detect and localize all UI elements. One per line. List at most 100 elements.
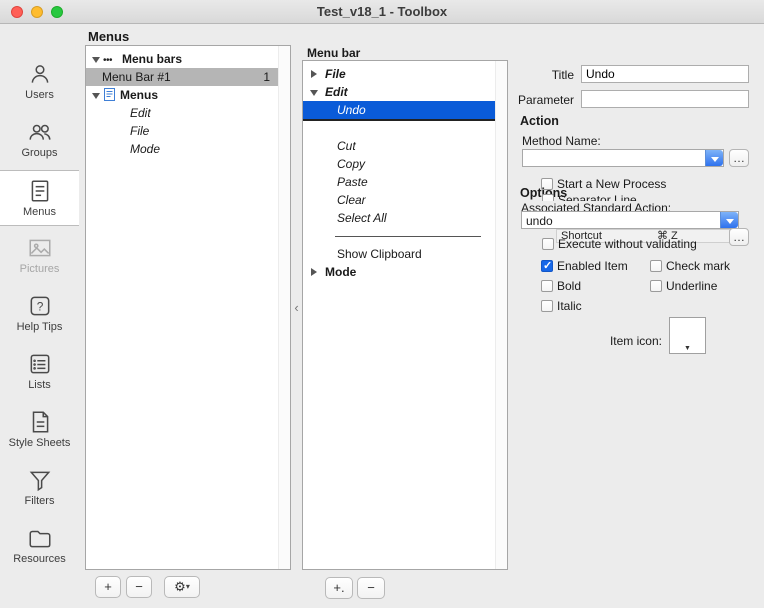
title-input[interactable] <box>581 65 749 83</box>
menu-bars-icon <box>103 50 112 70</box>
menubar-list: File Edit Undo Cut Copy Paste Clear Sele… <box>302 60 508 570</box>
tree-row-menu-bar-1[interactable]: Menu Bar #1 1 <box>86 68 278 86</box>
disclosure-down-icon[interactable] <box>92 93 100 99</box>
underline-label: Underline <box>666 279 717 293</box>
add-menu-item-button[interactable]: +. <box>325 577 353 599</box>
separator-line <box>335 236 481 237</box>
tree-row-label: Menu bars <box>122 50 182 68</box>
sidebar: Users Groups Menus Pictures ? Help Tips <box>0 24 79 608</box>
menu-item-label: Clear <box>337 191 366 209</box>
parameter-input[interactable] <box>581 90 749 108</box>
remove-menu-item-button[interactable]: − <box>357 577 385 599</box>
disclosure-right-icon[interactable] <box>311 268 317 276</box>
item-icon-well[interactable]: ▼ <box>669 317 706 354</box>
menu-item-label: Paste <box>337 173 368 191</box>
italic-checkbox[interactable] <box>541 300 553 312</box>
gear-icon: ⚙ <box>174 579 186 594</box>
sidebar-item-label: Menus <box>0 206 79 218</box>
action-section-header: Action <box>520 114 559 128</box>
menu-item-label: File <box>325 65 346 83</box>
panel-collapse-handle[interactable]: ‹ <box>291 300 302 316</box>
sidebar-item-style-sheets[interactable]: Style Sheets <box>0 402 79 458</box>
stylesheets-icon <box>27 409 53 435</box>
filters-icon <box>27 467 53 493</box>
execute-without-validating-checkbox[interactable] <box>542 238 554 250</box>
combo-dropdown-icon[interactable] <box>705 150 723 166</box>
menu-separator[interactable] <box>303 227 495 245</box>
menu-item-copy[interactable]: Copy <box>303 155 495 173</box>
tree-row-edit[interactable]: Edit <box>86 104 278 122</box>
sidebar-item-label: Resources <box>0 553 79 565</box>
bold-checkbox[interactable] <box>541 280 553 292</box>
titlebar[interactable]: Test_v18_1 - Toolbox <box>0 0 764 24</box>
disclosure-down-icon[interactable] <box>310 90 318 96</box>
disclosure-down-icon[interactable] <box>92 57 100 63</box>
sidebar-item-label: Help Tips <box>0 321 79 333</box>
sidebar-item-menus[interactable]: Menus <box>0 170 79 226</box>
menu-item-file[interactable]: File <box>303 65 495 83</box>
method-more-button[interactable]: … <box>729 149 749 167</box>
tree-row-menu-bars[interactable]: Menu bars <box>86 50 278 68</box>
menu-document-icon <box>104 88 115 101</box>
associated-action-combo[interactable]: undo <box>521 211 739 229</box>
sidebar-item-lists[interactable]: Lists <box>0 344 79 400</box>
resources-icon <box>27 525 53 551</box>
tree-row-label: Menu Bar #1 <box>102 68 171 86</box>
menubar-list-scrollbar[interactable] <box>495 61 507 569</box>
check-mark-label: Check mark <box>666 259 730 273</box>
menus-list: Menu bars Menu Bar #1 1 Menus Edit File … <box>85 45 291 570</box>
menus-icon <box>27 178 53 204</box>
menu-item-label: Select All <box>337 209 387 227</box>
sidebar-item-label: Groups <box>0 147 79 159</box>
menu-item-cut[interactable]: Cut <box>303 137 495 155</box>
sidebar-item-groups[interactable]: Groups <box>0 112 79 168</box>
sidebar-item-users[interactable]: Users <box>0 54 79 110</box>
tree-row-label: Edit <box>130 104 151 122</box>
parameter-field-label: Parameter <box>506 93 574 107</box>
disclosure-right-icon[interactable] <box>311 70 317 78</box>
menu-item-clear[interactable]: Clear <box>303 191 495 209</box>
sidebar-item-label: Style Sheets <box>0 437 79 449</box>
tree-row-mode[interactable]: Mode <box>86 140 278 158</box>
associated-action-value: undo <box>526 214 553 228</box>
italic-label: Italic <box>557 299 582 313</box>
menu-item-edit[interactable]: Edit <box>303 83 495 101</box>
sidebar-item-help-tips[interactable]: ? Help Tips <box>0 286 79 342</box>
chevron-down-icon: ▼ <box>670 345 705 353</box>
tree-row-menus-group[interactable]: Menus <box>86 86 278 104</box>
check-mark-checkbox[interactable] <box>650 260 662 272</box>
sidebar-item-pictures[interactable]: Pictures <box>0 228 79 284</box>
chevron-down-icon: ▾ <box>186 582 190 591</box>
tree-row-label: Menus <box>120 86 158 104</box>
method-name-combo[interactable] <box>522 149 724 167</box>
sidebar-item-resources[interactable]: Resources <box>0 518 79 574</box>
remove-menu-button[interactable]: − <box>126 576 152 598</box>
pictures-icon <box>27 235 53 261</box>
menu-item-mode[interactable]: Mode <box>303 263 495 281</box>
menu-item-paste[interactable]: Paste <box>303 173 495 191</box>
combo-dropdown-icon[interactable] <box>720 212 738 228</box>
menu-bar-count: 1 <box>263 68 270 86</box>
shortcut-more-button[interactable]: … <box>729 228 749 246</box>
menubar-panel-header: Menu bar <box>307 46 360 60</box>
svg-text:?: ? <box>36 299 43 313</box>
menus-list-scrollbar[interactable] <box>278 46 290 569</box>
menu-item-label: Edit <box>325 83 348 101</box>
window-title: Test_v18_1 - Toolbox <box>0 4 764 19</box>
enabled-item-checkbox[interactable] <box>541 260 553 272</box>
menu-item-label: Mode <box>325 263 356 281</box>
menus-panel-header: Menus <box>88 29 129 44</box>
sidebar-item-label: Lists <box>0 379 79 391</box>
groups-icon <box>27 119 53 145</box>
sidebar-item-label: Users <box>0 89 79 101</box>
tree-row-file[interactable]: File <box>86 122 278 140</box>
menu-item-select-all[interactable]: Select All <box>303 209 495 227</box>
menu-item-label: Show Clipboard <box>337 245 422 263</box>
gear-menu-button[interactable]: ⚙▾ <box>164 576 200 598</box>
sidebar-item-filters[interactable]: Filters <box>0 460 79 516</box>
add-menu-button[interactable]: + <box>95 576 121 598</box>
lists-icon <box>27 351 53 377</box>
menu-item-undo[interactable]: Undo <box>303 101 495 121</box>
underline-checkbox[interactable] <box>650 280 662 292</box>
menu-item-show-clipboard[interactable]: Show Clipboard <box>303 245 495 263</box>
